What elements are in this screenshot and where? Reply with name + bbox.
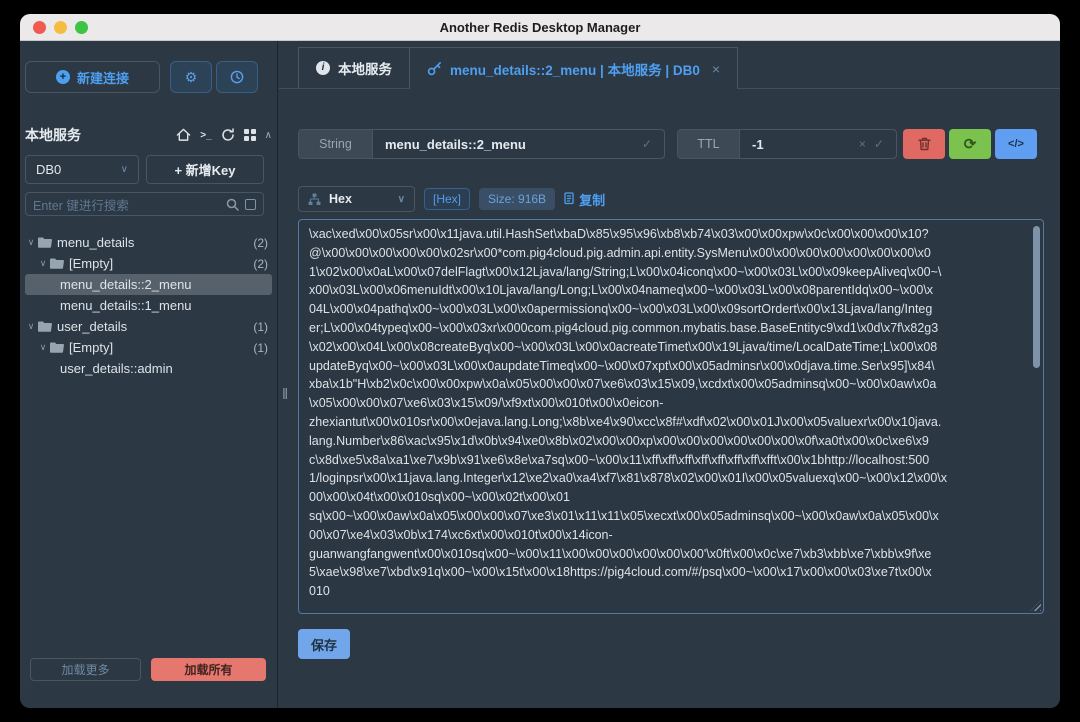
key-type-label: String [299, 130, 373, 158]
chevron-down-icon: ∨ [121, 164, 128, 175]
info-icon: i [316, 61, 330, 75]
confirm-rename-icon[interactable]: ✓ [642, 137, 652, 151]
sidebar: + 新建连接 ⚙ 本地服务 >_ ∧ [20, 41, 278, 708]
chevron-down-icon[interactable]: ∨ [37, 342, 49, 353]
tree-key-user-details-admin[interactable]: user_details::admin [25, 358, 272, 379]
add-key-button[interactable]: + 新增Key [146, 155, 264, 184]
key-count: (2) [253, 236, 272, 250]
search-placeholder: Enter 键进行搜索 [33, 195, 220, 214]
confirm-ttl-icon[interactable]: ✓ [874, 137, 884, 151]
app-window: Another Redis Desktop Manager + 新建连接 ⚙ 本… [20, 14, 1060, 708]
key-count: (1) [253, 320, 272, 334]
key-icon [427, 61, 442, 76]
key-name-group: String menu_details::2_menu ✓ [298, 129, 665, 159]
clear-ttl-icon[interactable]: × [859, 137, 866, 151]
server-header: 本地服务 >_ ∧ [25, 123, 272, 147]
value-textarea[interactable]: \xac\xed\x00\x05sr\x00\x11java.util.Hash… [298, 219, 1044, 614]
exact-match-checkbox[interactable] [245, 199, 256, 210]
scrollbar-thumb[interactable] [1033, 226, 1040, 368]
add-key-label: + 新增Key [174, 163, 235, 178]
tree-folder-user-details[interactable]: ∨ user_details (1) [25, 316, 272, 337]
db-select[interactable]: DB0 ∨ [25, 155, 139, 184]
copy-icon [564, 192, 576, 206]
history-button[interactable] [216, 61, 258, 93]
chevron-down-icon[interactable]: ∨ [37, 258, 49, 269]
view-mode-select[interactable]: Hex ∨ [298, 186, 415, 212]
close-icon[interactable]: × [712, 61, 720, 77]
server-name: 本地服务 [25, 125, 81, 145]
format-badge: [Hex] [424, 188, 470, 210]
textarea-resize-grip[interactable] [1030, 600, 1041, 611]
key-count: (2) [253, 257, 272, 271]
traffic-lights [33, 21, 88, 34]
folder-icon [38, 321, 52, 332]
delete-key-button[interactable] [903, 129, 945, 159]
ttl-label: TTL [678, 130, 740, 158]
zoom-window-button[interactable] [75, 21, 88, 34]
console-icon[interactable]: >_ [200, 130, 211, 141]
tree-folder-menu-details[interactable]: ∨ menu_details (2) [25, 232, 272, 253]
ttl-group: TTL -1 × ✓ [677, 129, 897, 159]
folder-icon [38, 237, 52, 248]
main-pane: ‖ i 本地服务 menu_details::2_menu | 本地服务 | D… [279, 41, 1060, 708]
tree-folder-empty[interactable]: ∨ [Empty] (1) [25, 337, 272, 358]
close-window-button[interactable] [33, 21, 46, 34]
view-mode-value: Hex [329, 192, 352, 206]
load-all-button[interactable]: 加载所有 [151, 658, 266, 681]
save-button[interactable]: 保存 [298, 629, 350, 659]
folder-icon [50, 342, 64, 353]
load-more-button[interactable]: 加载更多 [30, 658, 141, 681]
chevron-down-icon[interactable]: ∨ [25, 321, 37, 332]
view-mode-row: Hex ∨ [Hex] Size: 916B 复制 [298, 186, 605, 212]
pane-resize-handle[interactable]: ‖ [282, 386, 288, 403]
plus-circle-icon: + [56, 70, 70, 84]
chevron-down-icon: ∨ [398, 194, 405, 205]
code-icon: </> [1008, 138, 1024, 150]
refresh-icon: ⟳ [964, 135, 977, 153]
tree-key-menu-details-1[interactable]: menu_details::1_menu [25, 295, 272, 316]
size-badge: Size: 916B [479, 188, 555, 210]
hierarchy-icon [308, 193, 321, 206]
settings-button[interactable]: ⚙ [170, 61, 212, 93]
value-content: \xac\xed\x00\x05sr\x00\x11java.util.Hash… [309, 225, 1025, 613]
gear-icon: ⚙ [185, 69, 198, 86]
key-count: (1) [253, 341, 272, 355]
chevron-up-icon[interactable]: ∧ [265, 130, 272, 141]
tab-key-detail[interactable]: menu_details::2_menu | 本地服务 | DB0 × [409, 47, 738, 89]
grid-view-icon[interactable] [244, 129, 256, 141]
window-title: Another Redis Desktop Manager [440, 20, 641, 35]
tab-bar: i 本地服务 menu_details::2_menu | 本地服务 | DB0… [279, 48, 1060, 89]
tab-server-status[interactable]: i 本地服务 [298, 47, 409, 88]
tree-folder-empty[interactable]: ∨ [Empty] (2) [25, 253, 272, 274]
tree-key-menu-details-2[interactable]: menu_details::2_menu [25, 274, 272, 295]
new-connection-label: 新建连接 [77, 68, 129, 87]
minimize-window-button[interactable] [54, 21, 67, 34]
refresh-key-button[interactable]: ⟳ [949, 129, 991, 159]
new-connection-button[interactable]: + 新建连接 [25, 61, 160, 93]
home-icon[interactable] [176, 128, 191, 142]
key-tree: ∨ menu_details (2) ∨ [Empty] (2) menu_de… [25, 232, 272, 379]
search-icon [226, 198, 239, 211]
copy-button[interactable]: 复制 [564, 190, 605, 209]
db-selected-value: DB0 [36, 162, 61, 177]
chevron-down-icon[interactable]: ∨ [25, 237, 37, 248]
key-name-input[interactable]: menu_details::2_menu ✓ [373, 130, 664, 158]
console-command-button[interactable]: </> [995, 129, 1037, 159]
clock-icon [230, 70, 244, 84]
ttl-input[interactable]: -1 × ✓ [740, 130, 896, 158]
trash-icon [918, 137, 931, 151]
refresh-icon[interactable] [221, 128, 235, 142]
key-search-input[interactable]: Enter 键进行搜索 [25, 192, 264, 216]
folder-icon [50, 258, 64, 269]
titlebar: Another Redis Desktop Manager [20, 14, 1060, 41]
